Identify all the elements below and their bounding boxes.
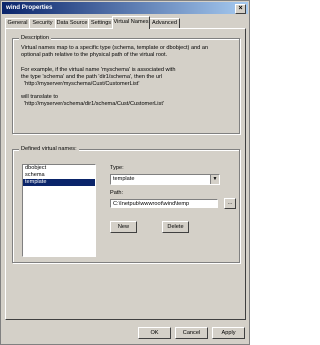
description-group-label: Description xyxy=(19,35,51,42)
type-select[interactable]: template ▼ xyxy=(110,174,220,185)
virtual-names-list[interactable]: dbobject schema template xyxy=(22,164,96,257)
close-button[interactable]: × xyxy=(235,4,246,14)
defined-virtual-names-group: Defined virtual names: dbobject schema t… xyxy=(12,146,240,263)
path-label: Path: xyxy=(110,190,124,196)
type-select-value: template xyxy=(113,176,135,182)
tab-data-source[interactable]: Data Source xyxy=(55,18,89,28)
browse-button[interactable]: ... xyxy=(224,198,236,209)
description-line-7: 'http://myserver/schema/dir1/schema/Cust… xyxy=(21,101,164,107)
path-input[interactable]: C:\Inetpub\wwwroot\wind\temp xyxy=(110,199,218,208)
list-item[interactable]: schema xyxy=(23,172,95,179)
new-button[interactable]: New xyxy=(110,221,137,233)
apply-button[interactable]: Apply xyxy=(212,327,245,339)
defined-group-label: Defined virtual names: xyxy=(19,146,79,153)
window-title: wind Properties xyxy=(6,4,53,11)
close-icon: × xyxy=(238,5,243,12)
description-group: Description Virtual names map to a speci… xyxy=(12,35,240,134)
tab-advanced[interactable]: Advanced xyxy=(149,18,180,28)
title-bar[interactable]: wind Properties × xyxy=(2,2,248,14)
description-line-5: 'http://myserver/myschema/Cust/CustomerL… xyxy=(21,81,140,87)
virtual-names-panel: Description Virtual names map to a speci… xyxy=(5,28,246,320)
list-item[interactable]: dbobject xyxy=(23,165,95,172)
delete-button[interactable]: Delete xyxy=(162,221,189,233)
description-line-4: the type 'schema' and the path 'dir1/sch… xyxy=(21,74,163,80)
description-line-1: Virtual names map to a specific type (sc… xyxy=(21,45,209,51)
properties-dialog: wind Properties × General Security Data … xyxy=(0,0,250,345)
tab-general[interactable]: General xyxy=(5,18,30,28)
cancel-button[interactable]: Cancel xyxy=(175,327,208,339)
tab-virtual-names[interactable]: Virtual Names xyxy=(112,16,150,29)
ok-button[interactable]: OK xyxy=(138,327,171,339)
tab-security[interactable]: Security xyxy=(29,18,56,28)
chevron-down-icon[interactable]: ▼ xyxy=(210,175,219,184)
type-label: Type: xyxy=(110,165,124,171)
description-line-6: will translate to xyxy=(21,94,58,100)
list-item-selected[interactable]: template xyxy=(23,179,95,186)
tab-settings[interactable]: Settings xyxy=(88,18,114,28)
description-line-2: optional path relative to the physical p… xyxy=(21,52,168,58)
description-line-3: For example, if the virtual name 'mysche… xyxy=(21,67,176,73)
